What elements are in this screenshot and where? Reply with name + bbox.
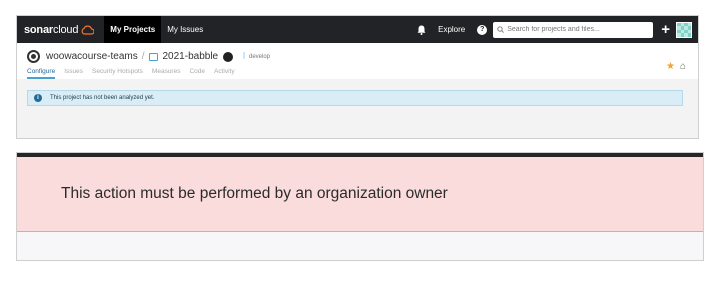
- organization-avatar-icon: [27, 50, 40, 63]
- info-icon: i: [34, 94, 42, 102]
- avatar[interactable]: [676, 21, 692, 38]
- search-icon: [497, 26, 505, 33]
- error-message-screenshot: This action must be performed by an orga…: [16, 152, 704, 261]
- search-box[interactable]: [493, 21, 654, 38]
- bell-icon[interactable]: [414, 23, 428, 37]
- tab-configure[interactable]: Configure: [27, 68, 56, 79]
- favorite-star-icon[interactable]: ★: [666, 61, 675, 72]
- explore-link[interactable]: Explore: [438, 25, 465, 34]
- error-message: This action must be performed by an orga…: [61, 185, 448, 202]
- tab-activity[interactable]: Activity: [214, 68, 235, 79]
- sonarcloud-logo[interactable]: sonar cloud: [24, 23, 95, 36]
- help-icon[interactable]: ?: [477, 24, 488, 35]
- info-alert: i This project has not been analyzed yet…: [27, 90, 683, 106]
- organization-link[interactable]: woowacourse-teams: [46, 51, 138, 62]
- breadcrumb-separator: /: [141, 51, 145, 62]
- tab-issues[interactable]: Issues: [64, 68, 83, 79]
- search-input[interactable]: [507, 26, 648, 33]
- branch-icon: ⦚: [243, 51, 245, 61]
- top-navigation-bar: sonar cloud My Projects My Issues Explor…: [17, 16, 698, 43]
- github-icon[interactable]: [223, 51, 234, 62]
- alert-message: This project has not been analyzed yet.: [50, 95, 155, 101]
- branch-name[interactable]: develop: [249, 54, 270, 60]
- cloud-logo-icon: [81, 25, 95, 35]
- breadcrumb: woowacourse-teams / 2021-babble ⦚ develo…: [27, 50, 270, 63]
- project-header: woowacourse-teams / 2021-babble ⦚ develo…: [17, 43, 698, 79]
- tab-code[interactable]: Code: [189, 68, 205, 79]
- project-actions: ★ ⌂: [666, 61, 686, 72]
- project-icon: [148, 52, 158, 61]
- add-icon[interactable]: +: [661, 22, 670, 37]
- project-tabs: Configure Issues Security Hotspots Measu…: [27, 68, 244, 79]
- project-link[interactable]: 2021-babble: [163, 51, 219, 62]
- sonarcloud-project-screenshot: sonar cloud My Projects My Issues Explor…: [16, 15, 699, 139]
- error-alert: This action must be performed by an orga…: [17, 157, 703, 232]
- tab-measures[interactable]: Measures: [152, 68, 181, 79]
- logo-text: cloud: [52, 23, 79, 36]
- nav-my-projects[interactable]: My Projects: [104, 16, 162, 43]
- nav-my-issues[interactable]: My Issues: [161, 16, 209, 43]
- tab-security-hotspots[interactable]: Security Hotspots: [92, 68, 143, 79]
- logo-text-bold: sonar: [24, 23, 53, 36]
- home-icon[interactable]: ⌂: [680, 61, 686, 72]
